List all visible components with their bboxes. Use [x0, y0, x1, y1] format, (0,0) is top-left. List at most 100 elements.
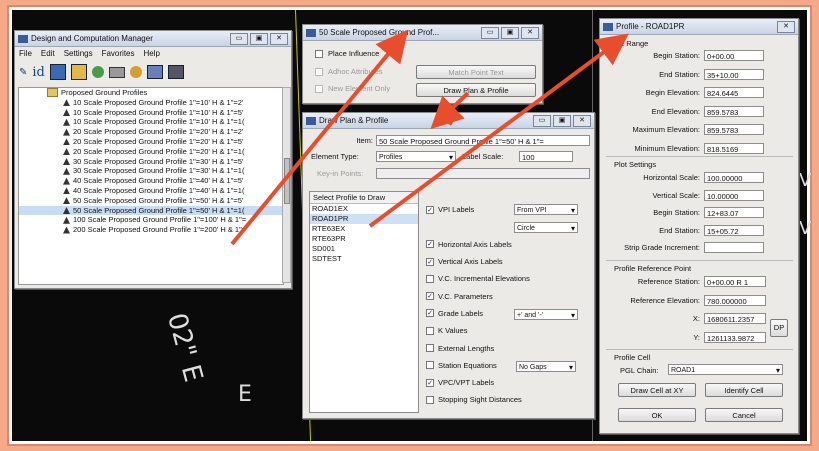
tree-item[interactable]: 200 Scale Proposed Ground Profile 1"=200…: [19, 225, 283, 235]
field-value[interactable]: 35+10.00: [704, 68, 764, 80]
profile-list-item[interactable]: RTE63PR: [310, 234, 418, 244]
option-checkbox[interactable]: ✓: [426, 292, 434, 301]
maximize-button[interactable]: ▣: [250, 33, 268, 45]
item-field[interactable]: 50 Scale Proposed Ground Profile 1"=50' …: [376, 135, 590, 146]
id-tool[interactable]: id: [32, 65, 44, 80]
dp-button[interactable]: DP: [770, 319, 788, 337]
ok-button[interactable]: OK: [618, 408, 696, 422]
station-equation-select[interactable]: No Gaps: [516, 361, 576, 372]
option-checkbox[interactable]: [426, 326, 434, 335]
field-value[interactable]: 859.5783: [704, 124, 764, 135]
scroll-thumb[interactable]: [284, 158, 290, 204]
field-value[interactable]: 824.6445: [704, 87, 764, 98]
place-icon[interactable]: [91, 66, 104, 78]
user-icon[interactable]: [129, 66, 142, 78]
item-label: Item:: [356, 136, 373, 145]
menu-settings[interactable]: Settings: [64, 49, 93, 58]
tree-item[interactable]: 10 Scale Proposed Ground Profile 1"=10' …: [19, 108, 283, 118]
tree-item[interactable]: 20 Scale Proposed Ground Profile 1"=20' …: [19, 127, 283, 137]
close-button[interactable]: ✕: [270, 33, 288, 45]
tree-item[interactable]: 40 Scale Proposed Ground Profile 1"=40' …: [19, 176, 283, 186]
tree-item[interactable]: 30 Scale Proposed Ground Profile 1"=30' …: [19, 157, 283, 167]
profile-list-item[interactable]: SDTEST: [310, 254, 418, 264]
dcm-toolbar: ✎ id: [15, 60, 291, 84]
field-value[interactable]: 818.5169: [704, 142, 764, 154]
tree-item[interactable]: 30 Scale Proposed Ground Profile 1"=30' …: [19, 166, 283, 176]
vpi-label-select[interactable]: From VPI: [514, 204, 578, 215]
option-checkbox[interactable]: [426, 361, 434, 370]
pgl-chain-select[interactable]: ROAD1: [668, 364, 783, 375]
cell-icon[interactable]: [108, 66, 125, 78]
menu-help[interactable]: Help: [144, 49, 160, 58]
field-value[interactable]: 780.000000: [704, 294, 766, 306]
profile-list-item[interactable]: SD001: [310, 244, 418, 254]
minimize-button[interactable]: ▭: [481, 27, 499, 39]
display-icon[interactable]: [49, 64, 66, 80]
profile-list-item[interactable]: ROAD1PR: [310, 214, 418, 224]
option-checkbox[interactable]: ✓: [426, 257, 434, 266]
adhoc-checkbox[interactable]: [315, 68, 323, 76]
menu-file[interactable]: File: [19, 49, 32, 58]
tree-item[interactable]: 20 Scale Proposed Ground Profile 1"=20' …: [19, 137, 283, 147]
dcm-scrollbar[interactable]: [282, 87, 291, 283]
option-checkbox[interactable]: ✓: [426, 205, 434, 214]
tree-item[interactable]: 40 Scale Proposed Ground Profile 1"=40' …: [19, 186, 283, 196]
option-checkbox[interactable]: ✓: [426, 240, 434, 249]
field-value[interactable]: 0+00.00 R 1: [704, 276, 766, 287]
maximize-button[interactable]: ▣: [553, 115, 571, 127]
profile-titlebar[interactable]: Profile - ROAD1PR ✕: [600, 19, 798, 35]
option-checkbox[interactable]: [426, 395, 434, 404]
vpi-shape-select[interactable]: Circle: [514, 222, 578, 233]
profile-list-item[interactable]: ROAD1EX: [310, 204, 418, 214]
maximize-button[interactable]: ▣: [501, 27, 519, 39]
new-element-checkbox[interactable]: [315, 85, 323, 93]
profile-icon: [63, 157, 70, 165]
tree-item[interactable]: 50 Scale Proposed Ground Profile 1"=50' …: [19, 205, 283, 216]
settings-icon[interactable]: [167, 65, 184, 79]
place-influence-checkbox[interactable]: [315, 50, 323, 58]
tree-item[interactable]: 10 Scale Proposed Ground Profile 1"=10' …: [19, 98, 283, 108]
keyin-field[interactable]: [376, 168, 590, 179]
tree-item[interactable]: 10 Scale Proposed Ground Profile 1"=10' …: [19, 117, 283, 127]
field-value[interactable]: 1261133.9872: [704, 331, 766, 343]
field-value[interactable]: 12+83.07: [704, 207, 764, 218]
label-scale-field[interactable]: 100: [519, 151, 573, 162]
field-value[interactable]: 859.5783: [704, 105, 764, 117]
tree-item[interactable]: 100 Scale Proposed Ground Profile 1"=100…: [19, 215, 283, 225]
identify-cell-button[interactable]: Identify Cell: [705, 383, 783, 397]
minimize-button[interactable]: ▭: [230, 33, 248, 45]
draw-icon[interactable]: [70, 64, 87, 80]
grade-label-select[interactable]: +' and '-': [514, 309, 578, 320]
match-point-button[interactable]: Match Point Text: [416, 65, 536, 79]
field-value[interactable]: [704, 242, 764, 253]
field-value[interactable]: 100.00000: [704, 172, 764, 183]
field-value[interactable]: 10.00000: [704, 189, 764, 201]
close-button[interactable]: ✕: [573, 115, 591, 127]
tree-item[interactable]: 20 Scale Proposed Ground Profile 1"=20' …: [19, 147, 283, 157]
profile-list-item[interactable]: RTE63EX: [310, 224, 418, 234]
close-button[interactable]: ✕: [521, 27, 539, 39]
dcm-titlebar[interactable]: Design and Computation Manager ▭ ▣ ✕: [15, 31, 291, 47]
tree-root[interactable]: Proposed Ground Profiles: [19, 88, 283, 98]
field-value[interactable]: 15+05.72: [704, 224, 764, 236]
option-checkbox[interactable]: ✓: [426, 309, 434, 318]
cancel-button[interactable]: Cancel: [705, 408, 783, 422]
pg-titlebar[interactable]: 50 Scale Proposed Ground Prof... ▭ ▣ ✕: [303, 25, 542, 41]
element-type-select[interactable]: Profiles: [376, 151, 456, 162]
layout-icon[interactable]: [146, 65, 163, 79]
menu-favorites[interactable]: Favorites: [102, 49, 135, 58]
option-checkbox[interactable]: [426, 344, 434, 353]
minimize-button[interactable]: ▭: [533, 115, 551, 127]
close-button[interactable]: ✕: [777, 21, 795, 33]
option-checkbox[interactable]: [426, 274, 434, 283]
dpp-titlebar[interactable]: Draw Plan & Profile ▭ ▣ ✕: [303, 113, 594, 129]
draw-plan-profile-button[interactable]: Draw Plan & Profile: [416, 83, 536, 97]
option-checkbox[interactable]: ✓: [426, 378, 434, 387]
tree-item[interactable]: 50 Scale Proposed Ground Profile 1"=50' …: [19, 196, 283, 206]
draw-cell-button[interactable]: Draw Cell at XY: [618, 383, 696, 397]
field-value[interactable]: 0+00.00: [704, 50, 764, 61]
menu-edit[interactable]: Edit: [41, 49, 55, 58]
field-value[interactable]: 1680611.2357: [704, 313, 766, 324]
option-label: External Lengths: [438, 343, 495, 353]
run-icon[interactable]: ✎: [19, 67, 27, 78]
